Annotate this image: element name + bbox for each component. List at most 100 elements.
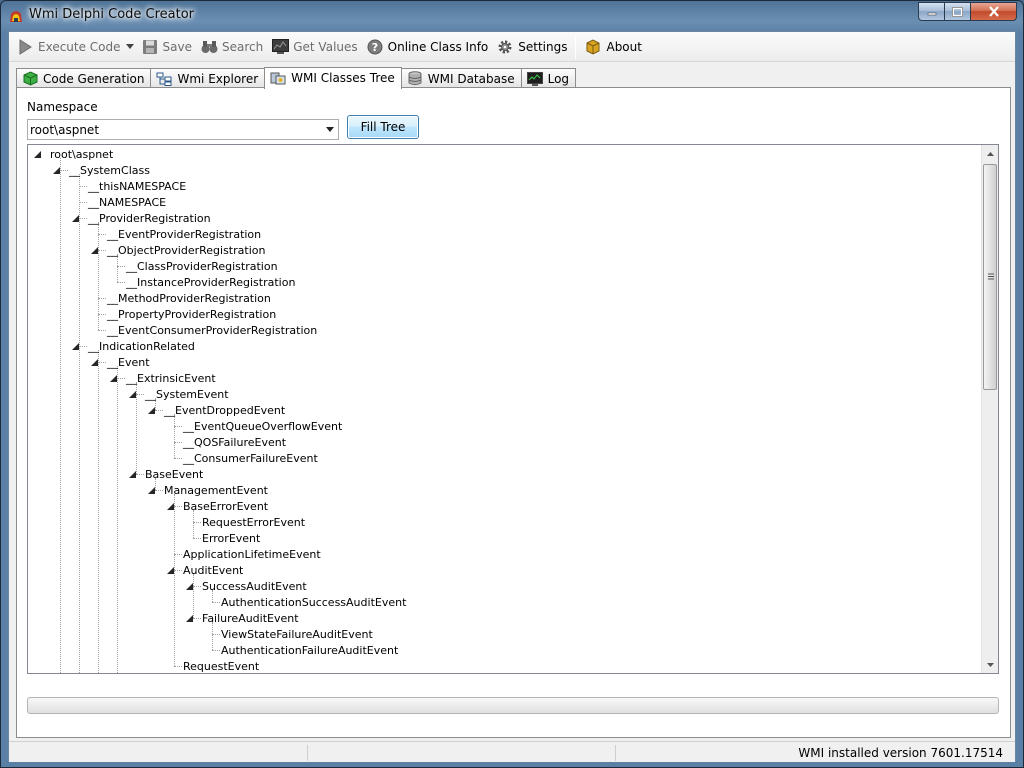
tab-wmi-database[interactable]: WMI Database <box>400 68 522 88</box>
tab-wmi-explorer[interactable]: Wmi Explorer <box>150 68 266 88</box>
tree-connector-line <box>117 366 118 673</box>
tab-wmi-classes-tree[interactable]: WMI Classes Tree <box>264 67 402 89</box>
save-button[interactable]: Save <box>137 34 196 60</box>
tree-node[interactable]: __ConsumerFailureEvent <box>181 450 320 466</box>
classes-tree-view[interactable]: root\aspnet __SystemClass __thisNAMESPACE _… <box>27 144 999 674</box>
tree-node[interactable]: __ObjectProviderRegistration <box>105 242 267 258</box>
tree-node[interactable]: __ExtrinsicEvent <box>124 370 218 386</box>
tree-collapse-toggle[interactable] <box>109 374 118 383</box>
tree-node[interactable]: RequestEvent <box>181 658 261 673</box>
tree-node[interactable]: __PropertyProviderRegistration <box>105 306 278 322</box>
tree-collapse-toggle[interactable] <box>185 614 194 623</box>
tree-collapse-toggle[interactable] <box>128 470 137 479</box>
toolbar: Execute Code Save Search Get Values ? On… <box>9 32 1015 62</box>
tree-node[interactable]: ViewStateFailureAuditEvent <box>219 626 375 642</box>
namespace-select[interactable]: root\aspnet <box>27 119 339 140</box>
tree-collapse-toggle[interactable] <box>147 486 156 495</box>
tree-node-label: __ObjectProviderRegistration <box>107 243 266 257</box>
tree-node-label: __SystemClass <box>69 163 150 177</box>
tab-wmi-database-label: WMI Database <box>427 71 515 86</box>
tree-node[interactable]: __SystemClass <box>67 162 152 178</box>
tab-log[interactable]: Log <box>520 68 577 88</box>
scroll-thumb[interactable] <box>983 164 997 390</box>
tree-node[interactable]: __EventProviderRegistration <box>105 226 263 242</box>
tree-collapse-toggle[interactable] <box>52 166 61 175</box>
about-button[interactable]: About <box>580 34 645 60</box>
tree-node[interactable]: __SystemEvent <box>143 386 231 402</box>
tree-node[interactable]: BaseEvent <box>143 466 205 482</box>
execute-code-dropdown[interactable] <box>125 34 135 60</box>
tree-connector-line <box>79 174 80 673</box>
tree-node-label: __ConsumerFailureEvent <box>183 451 318 465</box>
tree-node-label: __ClassProviderRegistration <box>126 259 278 273</box>
network-tree-icon <box>156 71 172 87</box>
play-icon <box>16 38 34 56</box>
tree-node[interactable]: __EventQueueOverflowEvent <box>181 418 344 434</box>
tree-collapse-toggle[interactable] <box>166 566 175 575</box>
wmi-classes-tree-panel: Namespace root\aspnet Fill Tree root\asp… <box>16 87 1011 738</box>
tree-node[interactable]: ApplicationLifetimeEvent <box>181 546 323 562</box>
tree-node[interactable]: FailureAuditEvent <box>200 610 301 626</box>
tree-node[interactable]: AuthenticationFailureAuditEvent <box>219 642 400 658</box>
tree-node[interactable]: __EventConsumerProviderRegistration <box>105 322 319 338</box>
search-button[interactable]: Search <box>196 34 267 60</box>
settings-button[interactable]: Settings <box>492 34 571 60</box>
tab-wmi-classes-tree-label: WMI Classes Tree <box>291 71 395 85</box>
namespace-label: Namespace <box>27 100 98 114</box>
help-globe-icon: ? <box>366 38 384 56</box>
maximize-icon <box>952 6 963 17</box>
monitor-chart-icon <box>271 38 289 56</box>
tree-node[interactable]: __InstanceProviderRegistration <box>124 274 297 290</box>
tree-collapse-toggle[interactable] <box>185 582 194 591</box>
get-values-button[interactable]: Get Values <box>267 34 361 60</box>
tree-node-label: __EventQueueOverflowEvent <box>183 419 343 433</box>
tree-collapse-toggle[interactable] <box>90 358 99 367</box>
classes-tree-icon <box>270 70 286 86</box>
close-icon <box>988 6 999 17</box>
tree-collapse-toggle[interactable] <box>128 390 137 399</box>
tree-node[interactable]: ManagementEvent <box>162 482 270 498</box>
expanded-triangle-icon <box>34 151 41 158</box>
title-bar[interactable]: Wmi Delphi Code Creator <box>1 1 1023 31</box>
tree-collapse-toggle[interactable] <box>147 406 156 415</box>
close-button[interactable] <box>971 2 1017 21</box>
chevron-down-icon <box>125 44 134 49</box>
tree-node[interactable]: __IndicationRelated <box>86 338 197 354</box>
minimize-button[interactable] <box>918 2 945 21</box>
tree-vertical-scrollbar[interactable] <box>981 145 998 673</box>
tree-collapse-toggle[interactable] <box>71 342 80 351</box>
tree-node[interactable]: __EventDroppedEvent <box>162 402 287 418</box>
tab-code-generation[interactable]: Code Generation <box>16 68 152 88</box>
tree-node[interactable]: BaseErrorEvent <box>181 498 270 514</box>
tree-node[interactable]: __MethodProviderRegistration <box>105 290 273 306</box>
maximize-button[interactable] <box>945 2 971 21</box>
tree-node[interactable]: __Event <box>105 354 152 370</box>
tree-collapse-toggle[interactable] <box>33 150 42 159</box>
tree-node[interactable]: __thisNAMESPACE <box>86 178 188 194</box>
tree-collapse-toggle[interactable] <box>166 502 175 511</box>
tree-node[interactable]: __ProviderRegistration <box>86 210 213 226</box>
expanded-triangle-icon <box>72 215 79 222</box>
binoculars-icon <box>200 38 218 56</box>
tree-node[interactable]: __NAMESPACE <box>86 194 168 210</box>
tree-node[interactable]: SuccessAuditEvent <box>200 578 309 594</box>
tree-collapse-toggle[interactable] <box>90 246 99 255</box>
execute-code-button[interactable]: Execute Code <box>12 34 125 60</box>
grip-icon <box>988 273 994 280</box>
tree-connector-line <box>212 622 213 650</box>
scroll-up-arrow[interactable] <box>982 145 998 162</box>
scroll-down-arrow[interactable] <box>982 656 998 673</box>
tree-collapse-toggle[interactable] <box>71 214 80 223</box>
tree-node[interactable]: root\aspnet <box>48 146 115 162</box>
tree-node[interactable]: __QOSFailureEvent <box>181 434 288 450</box>
tree-node-label: ManagementEvent <box>164 483 268 497</box>
tree-node[interactable]: AuditEvent <box>181 562 245 578</box>
tree-node[interactable]: AuthenticationSuccessAuditEvent <box>219 594 408 610</box>
tree-node[interactable]: RequestErrorEvent <box>200 514 307 530</box>
tree-node-label: __EventProviderRegistration <box>107 227 262 241</box>
online-class-info-button[interactable]: ? Online Class Info <box>362 34 493 60</box>
tree-node[interactable]: __ClassProviderRegistration <box>124 258 280 274</box>
fill-tree-button[interactable]: Fill Tree <box>347 115 419 139</box>
tree-node[interactable]: ErrorEvent <box>200 530 262 546</box>
tree-node-label: RequestErrorEvent <box>202 515 306 529</box>
